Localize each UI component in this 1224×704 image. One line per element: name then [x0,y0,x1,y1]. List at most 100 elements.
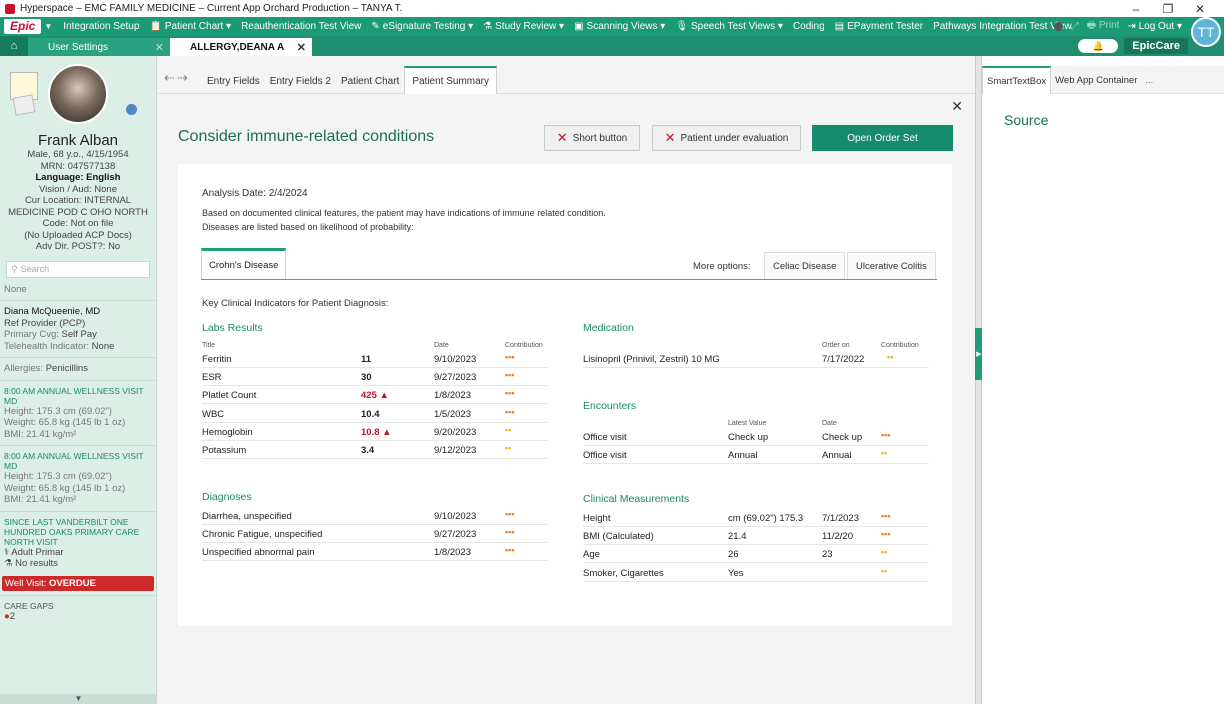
chevron-down-icon[interactable]: ▼ [44,22,52,31]
tab-patient-chart[interactable]: Patient Chart [336,68,404,94]
forward-arrow-icon[interactable]: ⇢ [177,70,188,86]
table-row[interactable]: Age 26 23 •• [583,545,929,564]
tab-entry-fields[interactable]: Entry Fields [202,68,265,94]
table-row[interactable]: Chronic Fatigue, unspecified 9/27/2023 ••• [202,525,548,544]
user-avatar[interactable]: TT [1191,17,1221,47]
table-row[interactable]: Hemoglobin 10.8 ▲ 9/20/2023 •• [202,423,548,441]
pane-splitter[interactable]: ▶ [975,56,983,704]
allergies[interactable]: Allergies: Penicillins [0,361,156,377]
patient-name[interactable]: Frank Alban [0,132,156,149]
patient-adv-dir: Adv Dir. POST?: No [35,241,121,252]
logout-button[interactable]: ⇥ Log Out ▾ [1127,21,1182,32]
table-row[interactable]: Lisinopril (Prinivil, Zestril) 10 MG 7/17… [583,350,929,368]
encounters-col-latest: Latest Value [728,420,767,427]
window-controls: – ❐ ✕ [1120,0,1216,17]
close-icon[interactable]: ✕ [951,98,963,115]
measurement-value: 21.4 [728,531,747,543]
medication-date: 7/17/2022 [822,354,865,365]
visit-header[interactable]: 8:00 AM ANNUAL WELLNESS VISIT MD [4,451,152,471]
table-row[interactable]: BMI (Calculated) 21.4 11/2/20 ••• [583,527,929,546]
contribution-dots: ••• [505,370,515,381]
close-tab-icon[interactable]: ✕ [155,41,164,54]
patient-under-evaluation-button[interactable]: ✕ Patient under evaluation [652,125,801,151]
sidebar-search-input[interactable]: ⚲ Search [6,260,150,278]
contribution-dots: ••• [881,511,891,521]
contribution-dots: ••• [505,527,515,538]
menu-item-epayment[interactable]: ▤ EPayment Tester [830,21,928,32]
table-row[interactable]: ESR 30 9/27/2023 ••• [202,368,548,387]
provider-role: Ref Provider (PCP) [4,317,86,329]
short-button[interactable]: ✕ Short button [544,125,640,151]
menu-item-esignature[interactable]: ✎ eSignature Testing ▾ [366,21,478,32]
lab-value: 30 [361,372,372,384]
contribution-dots: ••• [881,430,891,440]
lab-value: 3.4 [361,445,375,456]
adult-primar-label: Adult Primar [11,546,64,558]
lab-name: Potassium [202,445,247,456]
close-tab-icon[interactable]: ✕ [297,41,306,54]
provider-section: Diana McQueenie, MD Ref Provider (PCP) P… [0,304,156,354]
patient-acp: (No Uploaded ACP Docs) [24,229,132,241]
workspace-tab-user-settings[interactable]: User Settings ✕ [28,38,170,56]
menu-item-scanning-views[interactable]: ▣ Scanning Views ▾ [569,21,670,32]
chevron-down-icon[interactable]: ▼ [0,694,156,704]
menu-item-label: EPayment Tester [847,21,924,32]
table-row[interactable]: Unspecified abnormal pain 1/8/2023 ••• [202,543,548,562]
well-visit-overdue[interactable]: Well Visit: OVERDUE [2,575,154,591]
since-last-visit: SINCE LAST VANDERBILT ONE HUNDRED OAKS P… [0,515,156,572]
shield-icon[interactable] [126,104,137,115]
table-row[interactable]: Height cm (69.02") 175.3 7/1/2023 ••• [583,509,929,527]
care-gaps[interactable]: CARE GAPS ●2 [0,599,156,625]
close-window-button[interactable]: ✕ [1184,2,1216,16]
diagnosis-date: 9/10/2023 [434,511,477,522]
restore-button[interactable]: ❐ [1152,2,1184,16]
table-row[interactable]: Office visit Check up Check up ••• [583,428,929,446]
menu-item-coding[interactable]: Coding [788,21,830,32]
provider-name[interactable]: Diana McQueenie, MD [4,306,152,318]
contribution-dots: •• [887,352,894,362]
menu-item-reauth[interactable]: Reauthentication Test View [236,21,366,32]
tab-smarttextbox[interactable]: SmartTextBox [982,66,1052,94]
menu-item-speech-test[interactable]: 🎙 Speech Test Views ▾ [670,21,788,32]
contribution-dots: ••• [505,406,515,417]
menu-item-integration-setup[interactable]: Integration Setup [58,21,144,32]
open-order-set-button[interactable]: Open Order Set [812,125,953,151]
tab-crohns-disease[interactable]: Crohn's Disease [201,248,287,279]
expand-icon[interactable]: ⤢ [1071,21,1079,32]
epic-menu-button[interactable]: Epic [4,19,42,34]
option-ulcerative-colitis[interactable]: Ulcerative Colitis [847,252,936,279]
tab-entry-fields-2[interactable]: Entry Fields 2 [265,68,336,94]
tab-web-app-container[interactable]: Web App Container [1051,66,1141,94]
table-row[interactable]: WBC 10.4 1/5/2023 ••• [202,405,548,423]
table-row[interactable]: Platlet Count 425 ▲ 1/8/2023 ••• [202,386,548,405]
table-row[interactable]: Office visit Annual Annual •• [583,446,929,465]
back-arrow-icon[interactable]: ⇠ [164,70,175,86]
table-row[interactable]: Potassium 3.4 9/12/2023 •• [202,441,548,459]
visit-section-2: 8:00 AM ANNUAL WELLNESS VISIT MD Height:… [0,449,156,508]
measurement-value: 26 [728,549,739,561]
option-celiac-disease[interactable]: Celiac Disease [764,252,846,279]
home-icon[interactable]: ⌂ [0,36,28,56]
table-row[interactable]: Smoker, Cigarettes Yes •• [583,564,929,582]
since-header[interactable]: SINCE LAST VANDERBILT ONE HUNDRED OAKS P… [4,517,152,547]
document-icon[interactable] [12,94,36,116]
workspace-tab-patient[interactable]: ALLERGY,DEANA A ✕ [170,38,312,56]
diagnosis-date: 1/8/2023 [434,547,471,559]
table-row[interactable]: Diarrhea, unspecified 9/10/2023 ••• [202,507,548,525]
visit-header[interactable]: 8:00 AM ANNUAL WELLNESS VISIT MD [4,386,152,406]
menu-item-study-review[interactable]: ⚗ Study Review ▾ [478,21,569,32]
coverage-value: Self Pay [61,329,97,340]
menu-item-patient-chart[interactable]: 📋 Patient Chart ▾ [144,21,236,32]
measurement-value: cm (69.02") 175.3 [728,513,804,524]
more-tabs-button[interactable]: ... [1141,66,1157,94]
signature-icon: ✎ [371,21,380,32]
bell-icon[interactable]: 🔔 [1078,39,1119,53]
height-value: Height: 175.3 cm (69.02") [4,405,112,417]
lab-value: 425 ▲ [361,390,389,402]
lab-date: 9/20/2023 [434,426,477,438]
minimize-button[interactable]: – [1120,2,1152,16]
table-row[interactable]: Ferritin 11 9/10/2023 ••• [202,350,548,368]
encounters-col-date: Date [822,420,837,427]
tab-patient-summary[interactable]: Patient Summary [404,66,498,94]
print-button[interactable]: 🖶 Print [1087,18,1120,35]
